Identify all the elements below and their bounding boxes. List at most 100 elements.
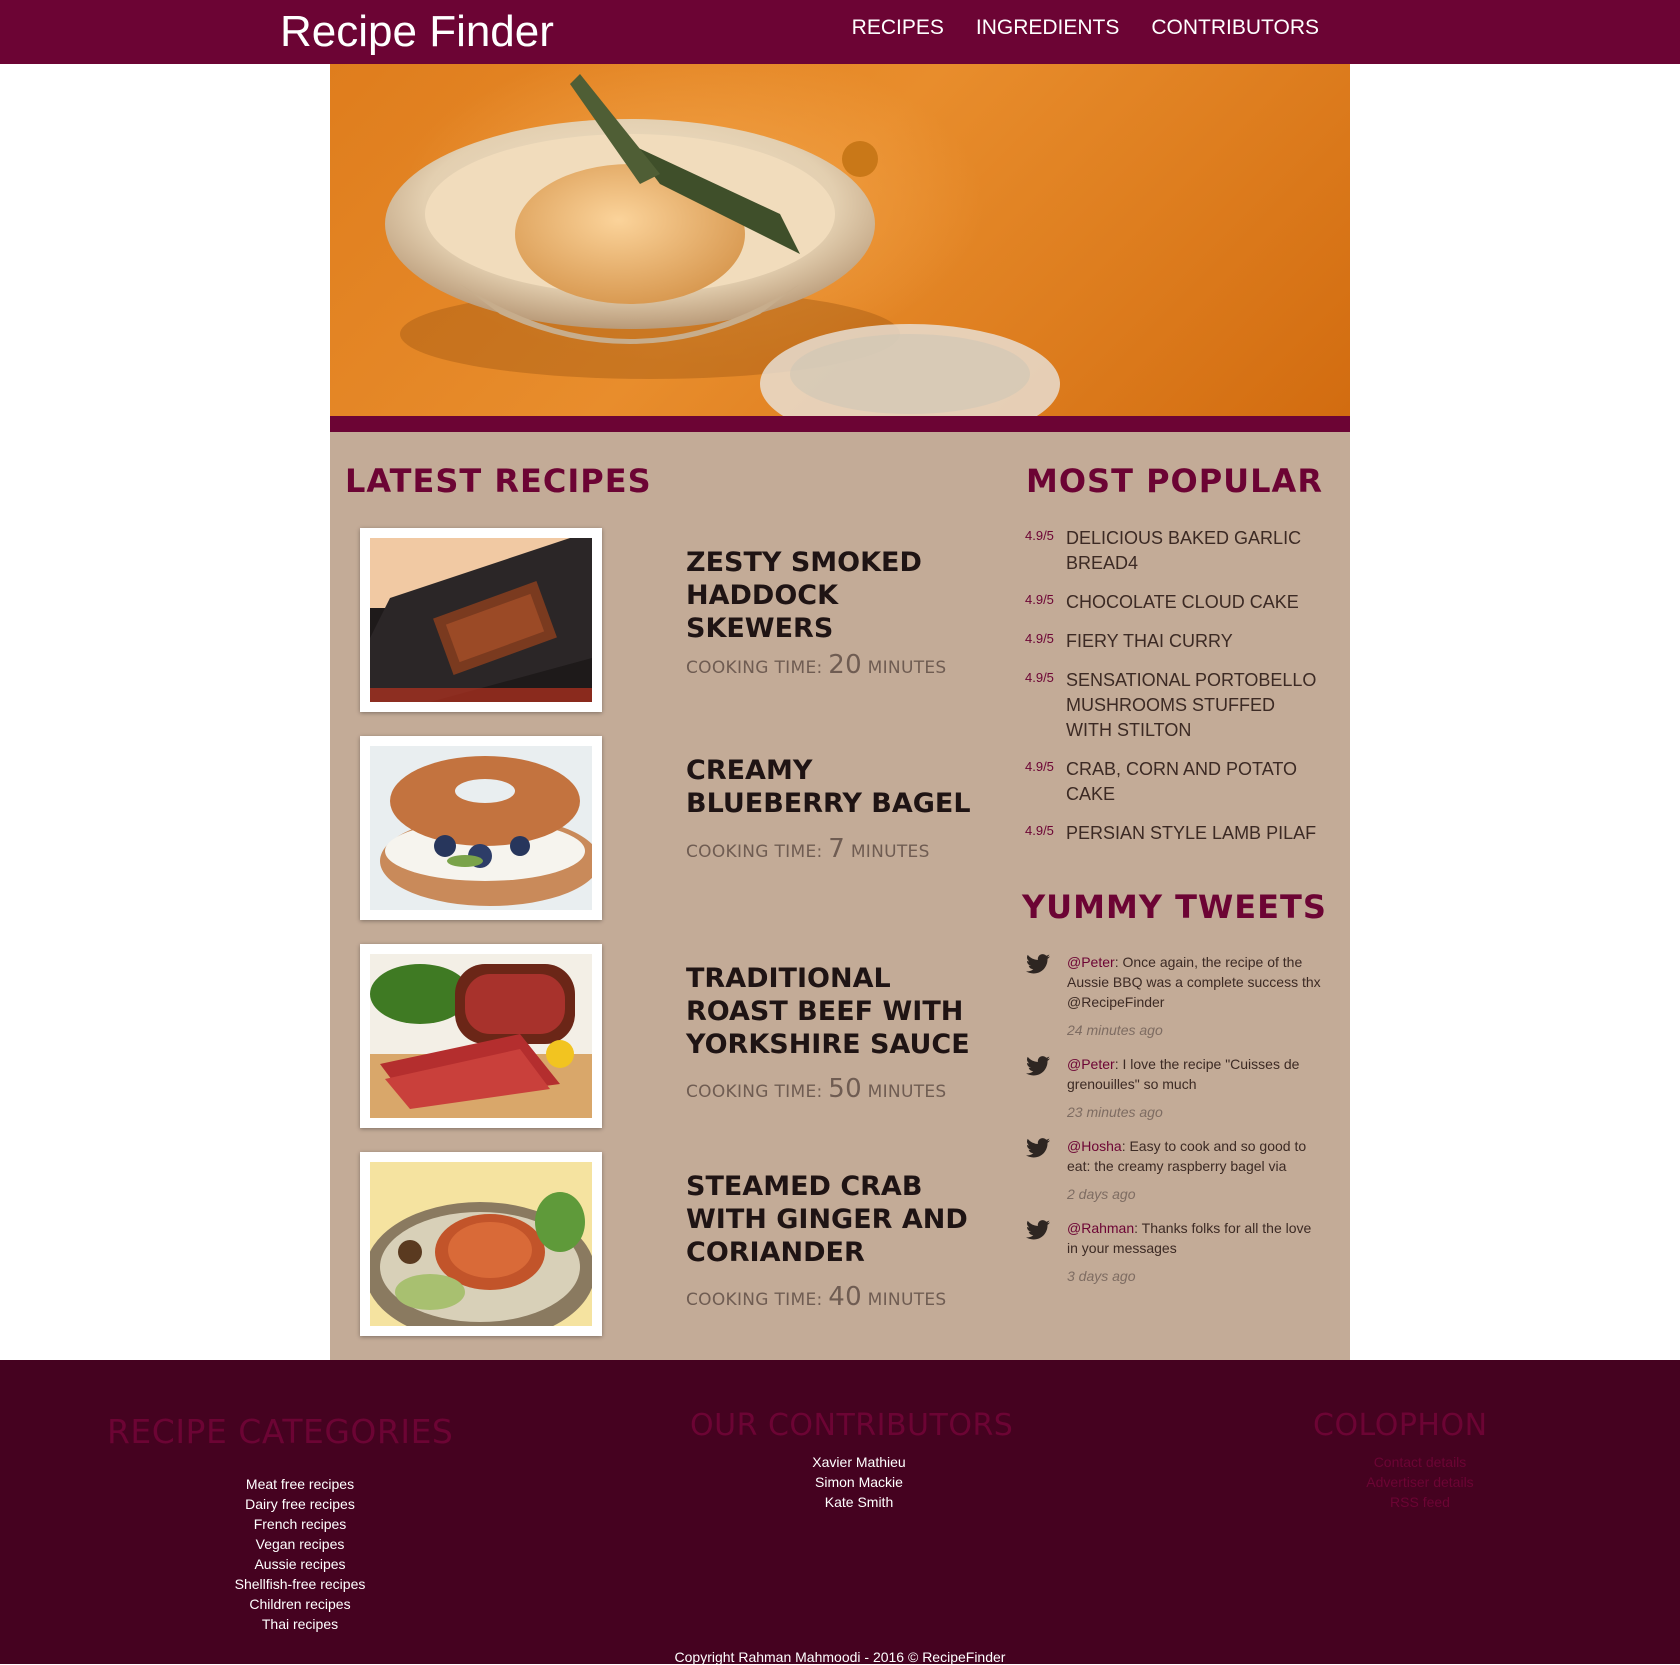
rating: 4.9/5 [1025,670,1054,685]
advertiser-details-link[interactable]: Advertiser details [1270,1472,1570,1492]
roast-beef-image [370,954,592,1118]
blueberry-bagel-image [370,746,592,910]
recipe-title[interactable]: ZESTY SMOKED HADDOCK SKEWERS [686,546,976,645]
tweet: @Rahman: Thanks folks for all the love i… [1026,1218,1326,1284]
tweet-user-link[interactable]: @Hosha [1067,1138,1122,1154]
popular-recipe-link[interactable]: CRAB, CORN AND POTATO CAKE [1066,757,1325,807]
recipe-card: CREAMY BLUEBERRY BAGEL COOKING TIME: 7 M… [360,736,971,920]
contributor-link[interactable]: Xavier Mathieu [709,1452,1009,1472]
recipe-thumbnail[interactable] [360,736,602,920]
tweets-list: @Peter: Once again, the recipe of the Au… [1026,952,1326,1300]
tweet-text: @Rahman: Thanks folks for all the love i… [1067,1218,1326,1258]
rating: 4.9/5 [1025,592,1054,607]
cooking-time-label: COOKING TIME: [686,1290,823,1310]
main-nav: RECIPES INGREDIENTS CONTRIBUTORS [852,16,1319,40]
recipe-card: STEAMED CRAB WITH GINGER AND CORIANDER C… [360,1152,968,1336]
cooking-time-value: 40 [828,1282,862,1312]
tweet-user-link[interactable]: @Rahman [1067,1220,1134,1236]
category-link[interactable]: Meat free recipes [150,1474,450,1494]
rating: 4.9/5 [1025,631,1054,646]
tweet-timestamp: 2 days ago [1067,1186,1136,1202]
main-content: LATEST RECIPES MOST POPULAR YUMMY TWEETS… [330,432,1350,1360]
contributor-link[interactable]: Kate Smith [709,1492,1009,1512]
category-link[interactable]: Aussie recipes [150,1554,450,1574]
popular-recipe-link[interactable]: CHOCOLATE CLOUD CAKE [1066,590,1325,615]
twitter-bird-icon [1026,1056,1050,1076]
tweet-text: @Peter: Once again, the recipe of the Au… [1067,952,1326,1012]
recipe-title[interactable]: CREAMY BLUEBERRY BAGEL [686,754,976,820]
colophon-heading: COLOPHON [1313,1408,1488,1443]
popular-item: 4.9/5 CHOCOLATE CLOUD CAKE [1025,590,1325,615]
popular-recipe-link[interactable]: SENSATIONAL PORTOBELLO MUSHROOMS STUFFED… [1066,668,1325,743]
haddock-skewers-image [370,538,592,702]
site-header: Recipe Finder RECIPES INGREDIENTS CONTRI… [0,0,1680,64]
colophon-list: Contact details Advertiser details RSS f… [1270,1452,1570,1512]
category-link[interactable]: Thai recipes [150,1614,450,1634]
category-link[interactable]: French recipes [150,1514,450,1534]
recipe-categories-heading: RECIPE CATEGORIES [107,1412,454,1451]
twitter-bird-icon [1026,954,1050,974]
cooking-time: COOKING TIME: 40 MINUTES [686,1282,976,1312]
popular-item: 4.9/5 FIERY THAI CURRY [1025,629,1325,654]
cooking-time-value: 20 [828,650,862,680]
yummy-tweets-heading: YUMMY TWEETS [1022,888,1327,926]
recipe-thumbnail[interactable] [360,528,602,712]
rating: 4.9/5 [1025,528,1054,543]
category-link[interactable]: Shellfish-free recipes [150,1574,450,1594]
tweet-text: @Peter: I love the recipe "Cuisses de gr… [1067,1054,1326,1094]
most-popular-heading: MOST POPULAR [1026,462,1323,500]
nav-contributors[interactable]: CONTRIBUTORS [1151,16,1319,40]
tweet: @Peter: Once again, the recipe of the Au… [1026,952,1326,1038]
site-footer: RECIPE CATEGORIES Meat free recipes Dair… [0,1360,1680,1664]
recipe-title[interactable]: STEAMED CRAB WITH GINGER AND CORIANDER [686,1170,976,1269]
twitter-bird-icon [1026,1138,1050,1158]
rss-feed-link[interactable]: RSS feed [1270,1492,1570,1512]
minutes-label: MINUTES [850,842,930,862]
popular-item: 4.9/5 PERSIAN STYLE LAMB PILAF [1025,821,1325,846]
nav-ingredients[interactable]: INGREDIENTS [976,16,1120,40]
our-contributors-heading: OUR CONTRIBUTORS [690,1408,1014,1443]
popular-recipe-link[interactable]: FIERY THAI CURRY [1066,629,1325,654]
category-link[interactable]: Vegan recipes [150,1534,450,1554]
cooking-time-value: 50 [828,1074,862,1104]
popular-recipe-link[interactable]: PERSIAN STYLE LAMB PILAF [1066,821,1325,846]
minutes-label: MINUTES [867,1290,947,1310]
cooking-time: COOKING TIME: 50 MINUTES [686,1074,976,1104]
site-logo[interactable]: Recipe Finder [280,6,554,58]
steamed-crab-image [370,1162,592,1326]
contributors-list: Xavier Mathieu Simon Mackie Kate Smith [709,1452,1009,1512]
rating: 4.9/5 [1025,759,1054,774]
tweet: @Hosha: Easy to cook and so good to eat:… [1026,1136,1326,1202]
tweet-text: @Hosha: Easy to cook and so good to eat:… [1067,1136,1326,1176]
tweet-user-link[interactable]: @Peter [1067,1056,1115,1072]
nav-recipes[interactable]: RECIPES [852,16,944,40]
recipe-categories-list: Meat free recipes Dairy free recipes Fre… [150,1474,450,1634]
hero-food-illustration [385,74,1060,416]
rating: 4.9/5 [1025,823,1054,838]
cooking-time-label: COOKING TIME: [686,1082,823,1102]
hero-image [330,64,1350,416]
cooking-time: COOKING TIME: 20 MINUTES [686,650,976,680]
tweet-user-link[interactable]: @Peter [1067,954,1115,970]
minutes-label: MINUTES [867,658,947,678]
category-link[interactable]: Dairy free recipes [150,1494,450,1514]
recipe-thumbnail[interactable] [360,1152,602,1336]
contact-details-link[interactable]: Contact details [1270,1452,1570,1472]
popular-item: 4.9/5 CRAB, CORN AND POTATO CAKE [1025,757,1325,807]
twitter-bird-icon [1026,1220,1050,1240]
latest-recipes-heading: LATEST RECIPES [345,462,652,500]
recipe-card: ZESTY SMOKED HADDOCK SKEWERS COOKING TIM… [360,528,960,712]
minutes-label: MINUTES [867,1082,947,1102]
popular-recipe-link[interactable]: DELICIOUS BAKED GARLIC BREAD4 [1066,526,1325,576]
recipe-title[interactable]: TRADITIONAL ROAST BEEF WITH YORKSHIRE SA… [686,962,976,1061]
cooking-time-value: 7 [828,834,846,864]
category-link[interactable]: Children recipes [150,1594,450,1614]
most-popular-list: 4.9/5 DELICIOUS BAKED GARLIC BREAD4 4.9/… [1025,526,1325,860]
hero-divider [330,416,1350,432]
popular-item: 4.9/5 SENSATIONAL PORTOBELLO MUSHROOMS S… [1025,668,1325,743]
cooking-time-label: COOKING TIME: [686,658,823,678]
cooking-time: COOKING TIME: 7 MINUTES [686,834,976,864]
contributor-link[interactable]: Simon Mackie [709,1472,1009,1492]
recipe-card: TRADITIONAL ROAST BEEF WITH YORKSHIRE SA… [360,944,970,1128]
recipe-thumbnail[interactable] [360,944,602,1128]
